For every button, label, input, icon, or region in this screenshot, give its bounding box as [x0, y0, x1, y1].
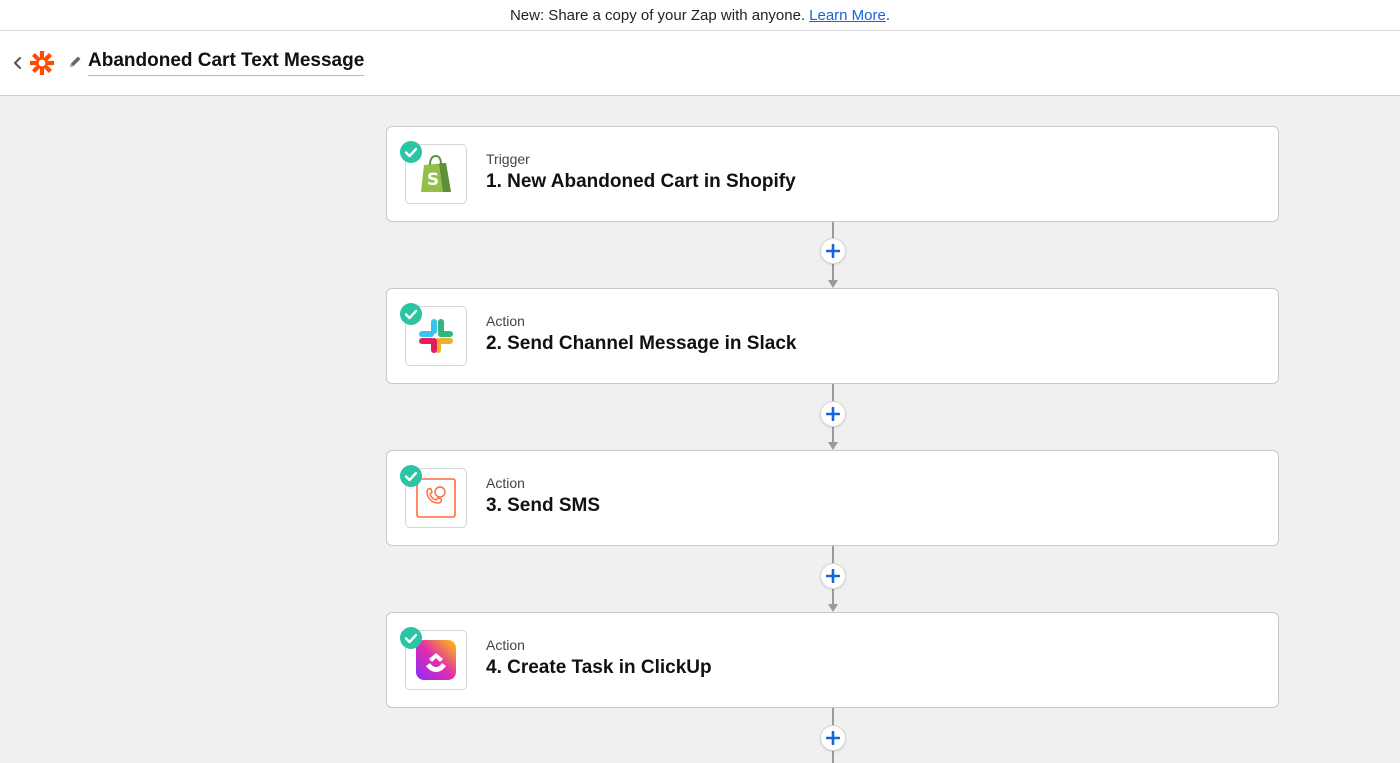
add-step-button[interactable] — [820, 401, 846, 427]
arrow-down-icon — [828, 280, 838, 288]
editor-header: Abandoned Cart Text Message — [0, 31, 1400, 96]
arrow-down-icon — [828, 604, 838, 612]
shopify-icon: S — [421, 154, 451, 192]
check-icon — [400, 627, 422, 649]
step-name: 4. Create Task in ClickUp — [486, 657, 712, 678]
step-name: 1. New Abandoned Cart in Shopify — [486, 171, 796, 192]
step-type-label: Trigger — [486, 151, 530, 167]
zap-canvas: S Trigger 1. New Abandoned Cart in Shopi… — [0, 96, 1400, 763]
step-card-2[interactable]: Action 2. Send Channel Message in Slack — [386, 288, 1279, 384]
step-name: 3. Send SMS — [486, 495, 601, 516]
chevron-left-icon[interactable] — [10, 53, 26, 73]
banner-period: . — [885, 6, 891, 24]
clickup-icon — [416, 640, 456, 680]
step-card-4[interactable]: Action 4. Create Task in ClickUp — [386, 612, 1279, 708]
sms-icon — [416, 478, 456, 518]
step-type-label: Action — [486, 637, 525, 653]
step-card-1[interactable]: S Trigger 1. New Abandoned Cart in Shopi… — [386, 126, 1279, 222]
zap-title[interactable]: Abandoned Cart Text Message — [88, 50, 365, 76]
add-step-button[interactable] — [820, 563, 846, 589]
pencil-icon[interactable] — [67, 54, 83, 70]
announcement-banner: New: Share a copy of your Zap with anyon… — [0, 0, 1400, 31]
arrow-down-icon — [828, 442, 838, 450]
step-name: 2. Send Channel Message in Slack — [486, 333, 797, 354]
step-card-3[interactable]: Action 3. Send SMS — [386, 450, 1279, 546]
check-icon — [400, 141, 422, 163]
check-icon — [400, 465, 422, 487]
plus-icon — [826, 244, 840, 258]
step-type-label: Action — [486, 475, 525, 491]
plus-icon — [826, 407, 840, 421]
plus-icon — [826, 569, 840, 583]
learn-more-link[interactable]: Learn More — [809, 7, 886, 24]
add-step-button[interactable] — [820, 238, 846, 264]
check-icon — [400, 303, 422, 325]
plus-icon — [826, 731, 840, 745]
svg-text:S: S — [427, 170, 439, 190]
banner-text: New: Share a copy of your Zap with anyon… — [509, 6, 806, 24]
step-type-label: Action — [486, 313, 525, 329]
zapier-logo-icon[interactable] — [29, 50, 55, 76]
add-step-button[interactable] — [820, 725, 846, 751]
slack-icon — [419, 319, 453, 353]
